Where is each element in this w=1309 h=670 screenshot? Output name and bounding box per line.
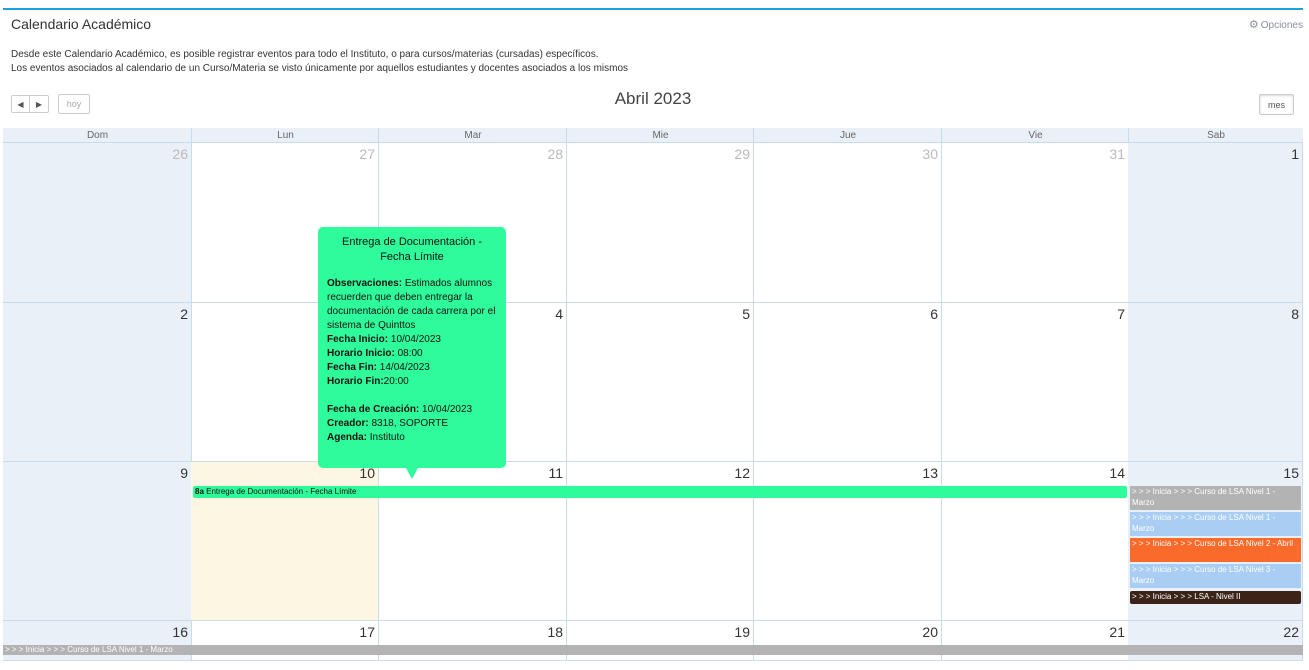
day-number: 16 — [172, 624, 188, 640]
month-view-button[interactable]: mes — [1259, 94, 1294, 115]
tooltip-value: 8318, SOPORTE — [368, 418, 448, 429]
weekday-header-mar: Mar — [378, 128, 567, 143]
day-number: 17 — [359, 624, 375, 640]
day-number: 27 — [359, 146, 375, 162]
tooltip-value: 08:00 — [394, 348, 423, 359]
tooltip-horario-fin: Horario Fin:20:00 — [327, 375, 497, 389]
tooltip-label: Fecha Inicio: — [327, 334, 389, 345]
day-number: 15 — [1283, 465, 1299, 481]
event-inicia-lsa-nivel2-abril[interactable]: > > > Inicia > > > Curso de LSA Nivel 2 … — [1130, 538, 1301, 562]
day-number: 22 — [1283, 624, 1299, 640]
weekday-header-lun: Lun — [191, 128, 379, 143]
tooltip-observaciones: Observaciones: Estimados alumnos recuerd… — [327, 277, 497, 333]
day-number: 1 — [1291, 146, 1299, 162]
day-number: 6 — [930, 306, 938, 322]
day-cell[interactable]: 5 — [566, 303, 754, 462]
options-label: Opciones — [1260, 20, 1303, 31]
gear-icon: ⚙ — [1248, 19, 1259, 31]
day-number: 19 — [734, 624, 750, 640]
description-line-1: Desde este Calendario Académico, es posi… — [11, 49, 599, 60]
weekday-header-jue: Jue — [753, 128, 942, 143]
page-description: Desde este Calendario Académico, es posi… — [11, 48, 628, 76]
tooltip-value: 10/04/2023 — [419, 404, 473, 415]
day-cell[interactable]: 18 — [378, 621, 567, 661]
event-inicia-lsa-nivel1-marzo-week[interactable]: > > > Inicia > > > Curso de LSA Nivel 1 … — [3, 645, 1303, 655]
day-cell[interactable]: 22 — [1128, 621, 1303, 661]
day-cell[interactable]: 29 — [566, 143, 754, 303]
day-number: 8 — [1291, 306, 1299, 322]
day-cell[interactable]: 7 — [941, 303, 1129, 462]
day-cell[interactable]: 6 — [753, 303, 942, 462]
day-number: 18 — [547, 624, 563, 640]
day-cell[interactable]: 16 — [3, 621, 192, 661]
day-cell[interactable]: 31 — [941, 143, 1129, 303]
tooltip-title: Entrega de Documentación - Fecha Límite — [341, 236, 483, 263]
month-title: Abril 2023 — [614, 89, 692, 108]
day-number: 31 — [1109, 146, 1125, 162]
description-line-2: Los eventos asociados al calendario de u… — [11, 63, 629, 74]
tooltip-value: Instituto — [367, 432, 405, 443]
day-number: 20 — [922, 624, 938, 640]
day-cell[interactable]: 2 — [3, 303, 192, 462]
tooltip-creador: Creador: 8318, SOPORTE — [327, 417, 497, 431]
day-cell[interactable]: 17 — [191, 621, 379, 661]
tooltip-label: Horario Fin: — [327, 376, 384, 387]
day-number: 29 — [734, 146, 750, 162]
event-entrega-documentacion[interactable]: 8a Entrega de Documentación - Fecha Lími… — [193, 486, 1127, 498]
day-number: 5 — [742, 306, 750, 322]
weekday-header-vie: Vie — [941, 128, 1129, 143]
event-inicia-lsa-nivel1-marzo[interactable]: > > > Inicia > > > Curso de LSA Nivel 1 … — [1130, 512, 1301, 536]
tooltip-fecha-creacion: Fecha de Creación: 10/04/2023 — [327, 403, 497, 417]
day-cell[interactable]: 9 — [3, 462, 192, 621]
day-number: 2 — [180, 306, 188, 322]
tooltip-label: Agenda: — [327, 432, 367, 443]
day-cell[interactable]: 8 — [1128, 303, 1303, 462]
weekday-header-dom: Dom — [3, 128, 192, 143]
event-time: 8a — [195, 487, 204, 496]
day-number: 11 — [548, 465, 563, 481]
tooltip-label: Fecha de Creación: — [327, 404, 420, 415]
day-number: 30 — [922, 146, 938, 162]
day-cell[interactable]: 19 — [566, 621, 754, 661]
tooltip-value: 10/04/2023 — [388, 334, 441, 345]
options-menu[interactable]: ⚙ Opciones — [1249, 18, 1303, 31]
event-tooltip: Entrega de Documentación - Fecha Límite … — [318, 227, 506, 479]
event-inicia-lsa-nivel2[interactable]: > > > Inicia > > > LSA - Nivel II — [1130, 591, 1301, 604]
day-cell[interactable]: 21 — [941, 621, 1129, 661]
tooltip-horario-inicio: Horario Inicio: 08:00 — [327, 347, 497, 361]
weekday-header-mie: Mie — [566, 128, 754, 143]
event-inicia-lsa-nivel1-marzo[interactable]: > > > Inicia > > > Curso de LSA Nivel 1 … — [1130, 486, 1301, 510]
day-number: 9 — [180, 465, 188, 481]
tooltip-label: Observaciones: — [327, 278, 403, 289]
day-number: 4 — [555, 306, 563, 322]
tooltip-arrow — [406, 468, 418, 479]
day-cell[interactable]: 30 — [753, 143, 942, 303]
day-number: 7 — [1117, 306, 1125, 322]
tooltip-fecha-inicio: Fecha Inicio: 10/04/2023 — [327, 333, 497, 347]
tooltip-agenda: Agenda: Instituto — [327, 431, 497, 445]
weekday-header-sab: Sab — [1128, 128, 1303, 143]
day-number: 14 — [1109, 465, 1125, 481]
tooltip-value: 14/04/2023 — [377, 362, 430, 373]
tooltip-label: Creador: — [327, 418, 369, 429]
day-number: 28 — [547, 146, 563, 162]
tooltip-value: 20:00 — [383, 376, 409, 387]
tooltip-label: Horario Inicio: — [327, 348, 395, 359]
tooltip-fecha-fin: Fecha Fin: 14/04/2023 — [327, 361, 497, 375]
day-number: 12 — [734, 465, 750, 481]
event-inicia-lsa-nivel3-marzo[interactable]: > > > Inicia > > > Curso de LSA Nivel 3 … — [1130, 564, 1301, 588]
day-cell[interactable]: 26 — [3, 143, 192, 303]
day-number: 13 — [922, 465, 938, 481]
tooltip-label: Fecha Fin: — [327, 362, 378, 373]
event-title: Entrega de Documentación - Fecha Límite — [206, 487, 357, 496]
day-cell[interactable]: 1 — [1128, 143, 1303, 303]
page-title: Calendario Académico — [11, 16, 152, 32]
day-number: 26 — [172, 146, 188, 162]
day-number: 21 — [1109, 624, 1125, 640]
day-cell[interactable]: 20 — [753, 621, 942, 661]
